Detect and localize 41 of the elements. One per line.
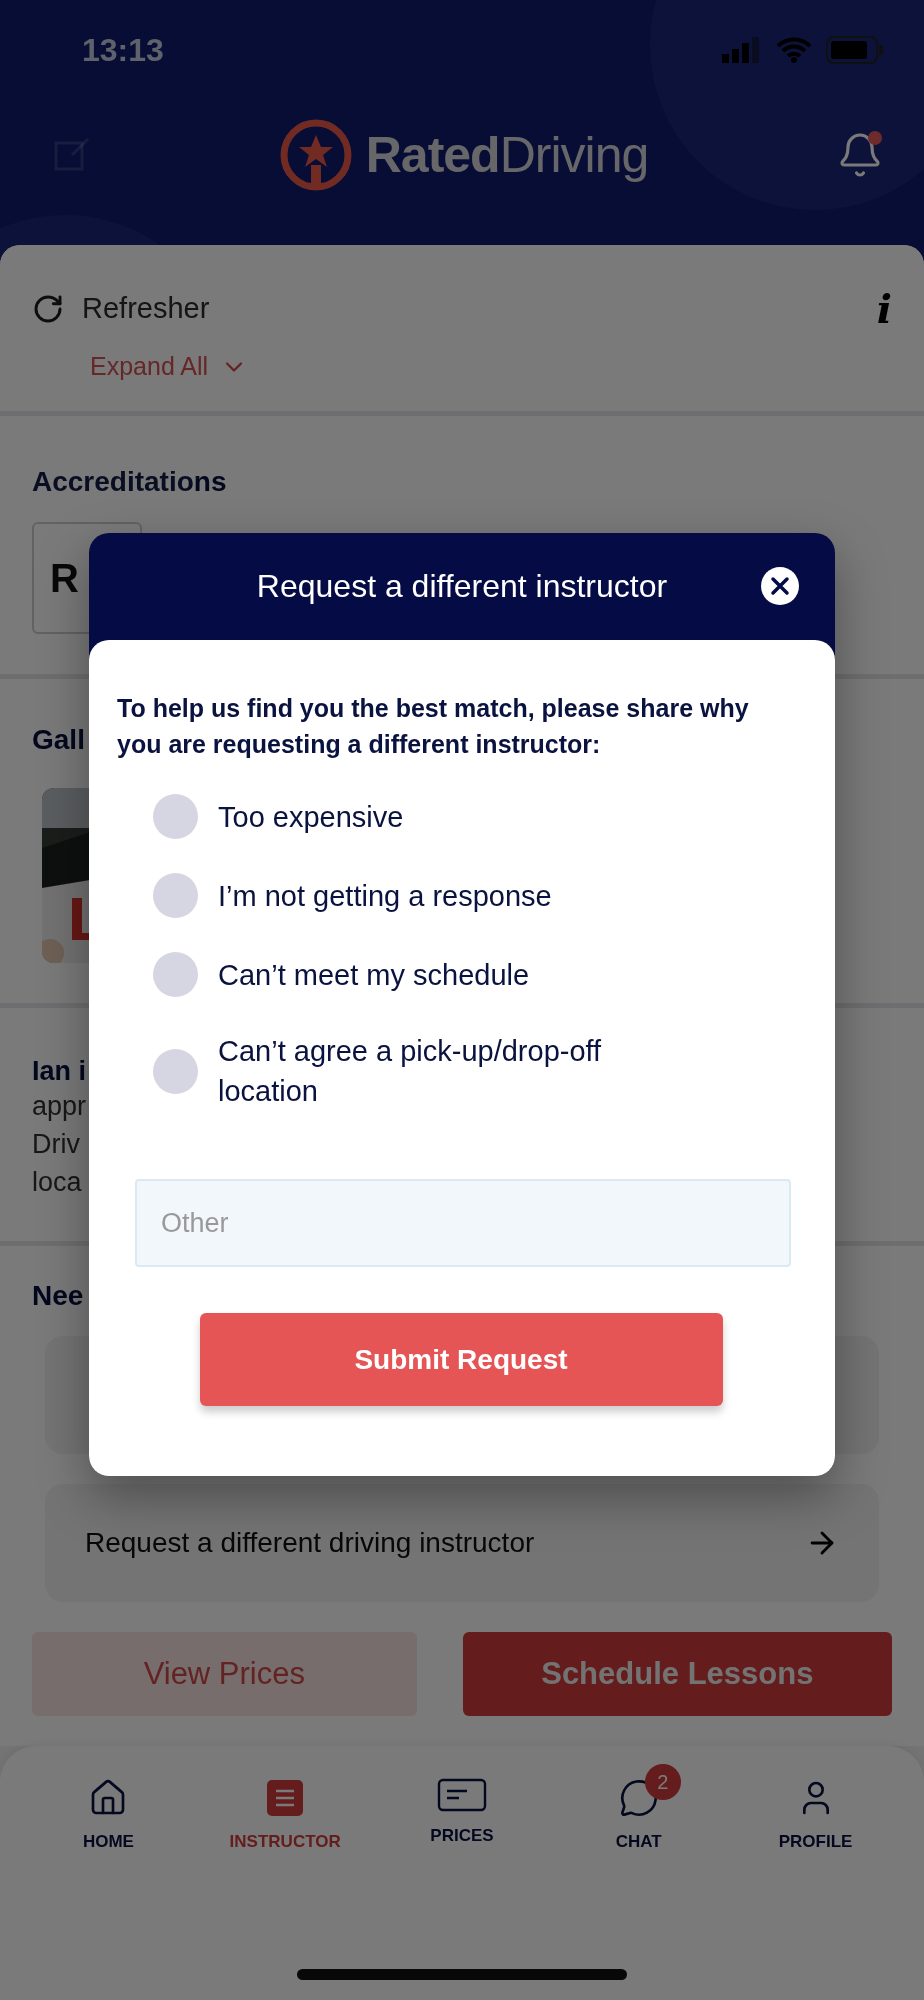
unread-badge: 2 <box>644 1764 681 1800</box>
status-time: 13:13 <box>82 31 164 69</box>
prices-button[interactable]: View Prices <box>32 1632 417 1716</box>
about-text: loca <box>32 1166 82 1199</box>
accreditation-text: R <box>50 555 79 601</box>
section-title: Accreditations <box>32 466 227 498</box>
expand-all-link[interactable]: Expand All <box>90 352 249 381</box>
logo-text: RatedDriving <box>365 126 649 184</box>
nav-tab[interactable]: INSTRUCTOR <box>210 1760 361 1856</box>
section-title: Nee <box>32 1280 84 1312</box>
submit-button[interactable]: Submit Request <box>199 1313 723 1406</box>
radio-button[interactable] <box>153 1048 198 1094</box>
option-label: Too expensive <box>218 799 404 835</box>
battery-icon <box>826 36 884 64</box>
close-icon[interactable] <box>761 567 799 605</box>
option-label: I’m not getting a response <box>218 878 552 914</box>
wifi-icon <box>776 37 812 63</box>
dialog-question: To help us find you the best match, please share why you are requesting a different instructor: <box>117 693 750 760</box>
dialog-title: Request a different instructor <box>256 568 668 605</box>
other-field[interactable]: Other <box>135 1179 791 1267</box>
about-text: Driv <box>32 1128 80 1161</box>
radio-button[interactable] <box>153 952 198 997</box>
link-card[interactable]: Request a different driving instructor <box>45 1484 879 1602</box>
info-button[interactable]: i <box>876 285 892 332</box>
nav-tab[interactable]: 2 CHAT <box>563 1760 714 1856</box>
option-label: Can’t agree a pick-up/drop-off location <box>218 1034 603 1109</box>
radio-button[interactable] <box>153 794 198 839</box>
list-icon <box>265 1778 306 1818</box>
radio-button[interactable] <box>153 873 198 918</box>
card-icon <box>437 1778 487 1812</box>
section-title: Gall <box>32 724 85 756</box>
nav-tab[interactable]: PROFILE <box>740 1760 891 1856</box>
nav-tab[interactable]: PRICES <box>387 1760 537 1856</box>
nav-tab[interactable]: HOME <box>33 1760 184 1856</box>
link-text: Request a different driving instructor <box>85 1527 535 1559</box>
about-heading: Ian i <box>32 1056 86 1087</box>
course-title: Refresher <box>82 292 210 325</box>
logo-icon <box>279 119 352 191</box>
about-text: appr <box>32 1090 87 1123</box>
schedule-button[interactable]: Schedule Lessons <box>462 1632 892 1716</box>
option-label: Can’t meet my schedule <box>218 957 530 993</box>
